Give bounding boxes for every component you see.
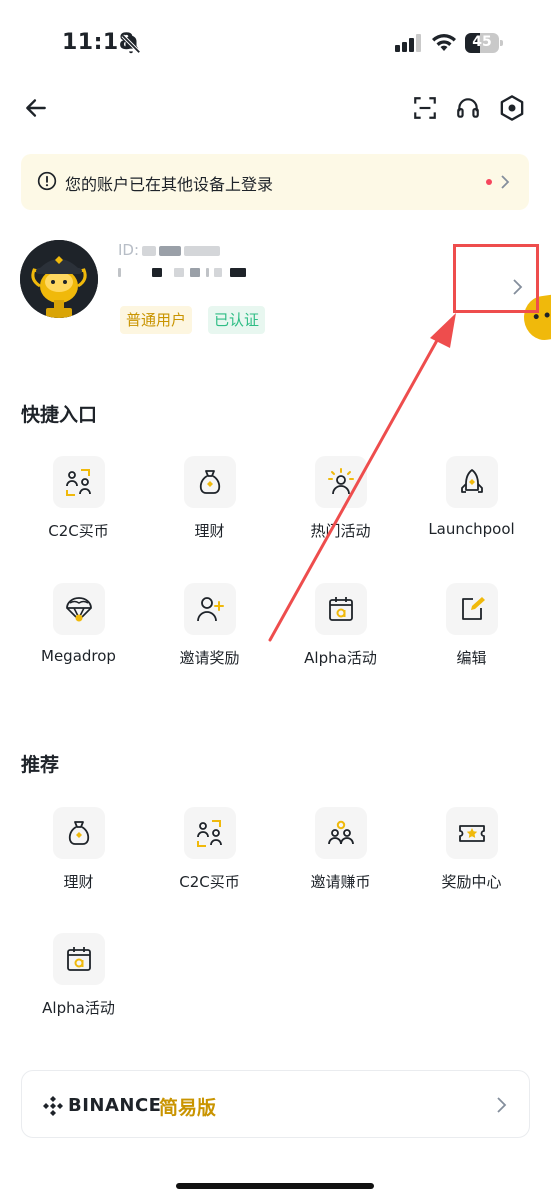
masked-id <box>142 245 157 256</box>
recommended-title: 推荐 <box>21 754 60 776</box>
shortcut-label: 编辑 <box>456 649 487 667</box>
recommended-label: 奖励中心 <box>441 873 502 891</box>
edit-icon <box>446 583 498 635</box>
bell-off-icon <box>121 34 141 54</box>
battery-percent: 45 <box>472 34 492 50</box>
invite-earn-icon <box>315 807 367 859</box>
money-bag-icon <box>53 807 105 859</box>
recommended-label: 邀请赚币 <box>310 873 371 891</box>
avatar[interactable] <box>20 240 98 318</box>
unread-dot <box>486 179 492 185</box>
shortcuts-title: 快捷入口 <box>21 404 98 426</box>
recommended-invite-earn[interactable]: 邀请赚币 <box>278 807 403 907</box>
status-bar: 11:18 45 <box>0 0 551 90</box>
shortcut-edit[interactable]: 编辑 <box>409 583 534 683</box>
recommended-alpha-activity[interactable]: Alpha活动 <box>16 933 141 1033</box>
home-indicator <box>176 1183 374 1189</box>
shortcut-label: Launchpool <box>428 520 515 538</box>
back-button[interactable] <box>20 92 52 124</box>
alpha-calendar-icon <box>53 933 105 985</box>
scan-icon <box>414 97 436 119</box>
c2c-icon <box>53 456 105 508</box>
shortcut-label: Alpha活动 <box>304 649 377 667</box>
c2c-icon <box>184 807 236 859</box>
signal-icon <box>395 34 421 52</box>
invite-user-icon <box>184 583 236 635</box>
shortcut-c2c[interactable]: C2C买币 <box>16 456 141 556</box>
reward-ticket-icon <box>446 807 498 859</box>
recommended-reward-center[interactable]: 奖励中心 <box>409 807 534 907</box>
support-button[interactable] <box>452 92 484 124</box>
binance-brand: BINANCE <box>68 1095 162 1116</box>
shortcut-label: 邀请奖励 <box>179 649 240 667</box>
shortcut-label: C2C买币 <box>48 522 109 540</box>
user-id: ID: <box>118 241 221 259</box>
shortcut-alpha-activity[interactable]: Alpha活动 <box>278 583 403 683</box>
headset-icon <box>457 98 479 118</box>
user-level-tag: 普通用户 <box>120 306 193 334</box>
recommended-earn[interactable]: 理财 <box>16 807 141 907</box>
battery-indicator: 45 <box>465 33 503 53</box>
avatar-trophy-image <box>20 240 98 318</box>
recommended-c2c[interactable]: C2C买币 <box>147 807 272 907</box>
user-id-label: ID: <box>118 241 140 259</box>
shortcut-launchpool[interactable]: Launchpool <box>409 456 534 556</box>
shortcut-earn[interactable]: 理财 <box>147 456 272 556</box>
rocket-icon <box>446 456 498 508</box>
back-arrow-icon <box>26 99 46 117</box>
shortcut-hot-activity[interactable]: 热门活动 <box>278 456 403 556</box>
wifi-icon <box>432 34 456 51</box>
chevron-right-icon <box>501 175 510 189</box>
binance-logo-icon <box>43 1096 63 1116</box>
shortcut-invite-reward[interactable]: 邀请奖励 <box>147 583 272 683</box>
alpha-calendar-icon <box>315 583 367 635</box>
shortcut-label: 理财 <box>194 522 225 540</box>
chevron-right-icon <box>513 279 523 295</box>
recommended-label: 理财 <box>63 873 94 891</box>
parachute-icon <box>53 583 105 635</box>
scan-button[interactable] <box>409 92 441 124</box>
notice-text: 您的账户已在其他设备上登录 <box>65 175 274 194</box>
verified-tag: 已认证 <box>208 306 266 334</box>
alert-circle-icon <box>37 171 57 191</box>
lite-mode-label: 简易版 <box>159 1097 217 1119</box>
shortcut-label: 热门活动 <box>310 522 371 540</box>
recommended-label: C2C买币 <box>179 873 240 891</box>
profile-detail-button[interactable] <box>455 245 539 313</box>
shortcut-megadrop[interactable]: Megadrop <box>16 583 141 683</box>
settings-hexagon-icon <box>500 95 524 121</box>
settings-button[interactable] <box>496 92 528 124</box>
money-bag-icon <box>184 456 236 508</box>
shortcut-label: Megadrop <box>41 647 116 665</box>
chevron-right-icon <box>497 1097 507 1113</box>
hot-activity-icon <box>315 456 367 508</box>
binance-lite-button[interactable]: BINANCE 简易版 <box>21 1070 530 1138</box>
login-notice-banner[interactable]: 您的账户已在其他设备上登录 <box>21 154 529 210</box>
recommended-label: Alpha活动 <box>42 999 115 1017</box>
